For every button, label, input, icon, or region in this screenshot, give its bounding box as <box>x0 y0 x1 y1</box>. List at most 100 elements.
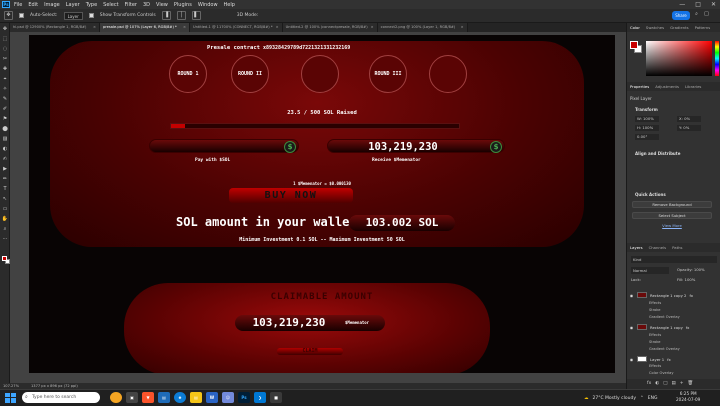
trash-icon[interactable]: 🗑 <box>688 379 694 389</box>
pay-input-pill[interactable]: $ <box>149 139 299 153</box>
discord-icon[interactable]: ☺ <box>222 392 234 403</box>
maximize-icon[interactable]: □ <box>695 1 701 8</box>
rectangle-tool-icon[interactable]: ▭ <box>1 205 9 213</box>
brave-browser-icon[interactable]: ▼ <box>142 392 154 403</box>
eye-icon[interactable]: ◉ <box>629 325 634 330</box>
menu-help[interactable]: Help <box>224 2 235 8</box>
system-clock[interactable]: 6:25 PM 2024-07-09 <box>676 391 700 403</box>
layer-row[interactable]: ◉ Rectangle 1 copy 2 fx <box>629 291 719 299</box>
tab-properties[interactable]: Properties <box>630 82 649 91</box>
weather-text[interactable]: 27°C Mostly cloudy <box>593 396 637 401</box>
keyboard-language[interactable]: ENG <box>648 396 658 401</box>
marquee-tool-icon[interactable]: ⬚ <box>1 35 9 43</box>
avatar-app-icon[interactable] <box>110 392 122 403</box>
type-tool-icon[interactable]: T <box>1 185 9 193</box>
select-subject-button[interactable]: Select Subject <box>632 212 712 219</box>
clone-stamp-tool-icon[interactable]: ✐ <box>1 105 9 113</box>
menu-image[interactable]: Image <box>44 2 60 8</box>
menu-select[interactable]: Select <box>103 2 118 8</box>
new-layer-icon[interactable]: + <box>680 379 684 389</box>
photoshop-taskbar-icon[interactable]: Ps <box>238 392 250 403</box>
layer-kind-filter[interactable]: Kind <box>631 256 717 263</box>
eye-icon[interactable]: ◉ <box>629 357 634 362</box>
close-icon[interactable]: ✕ <box>711 1 716 8</box>
canvas-area[interactable]: Presale contract x89328429789d7221321331… <box>10 32 626 383</box>
doc-tab-connect2[interactable]: connect2.png @ 100% (Layer 1, RGB/8#) × <box>377 23 468 32</box>
mask-icon[interactable]: □ <box>663 379 667 389</box>
adjustment-layer-icon[interactable]: ◐ <box>655 379 659 389</box>
transform-section-header[interactable]: Transform <box>635 107 658 112</box>
menu-3d[interactable]: 3D <box>143 2 150 8</box>
menu-type[interactable]: Type <box>86 2 97 8</box>
fill-field[interactable]: Fill: 100% <box>677 277 695 282</box>
hue-slider[interactable] <box>715 41 719 76</box>
eye-icon[interactable]: ◉ <box>629 293 634 298</box>
artwork-canvas[interactable]: Presale contract x89328429789d7221321331… <box>29 35 615 373</box>
workspace-icon[interactable]: □ <box>703 11 710 18</box>
show-transform-checkbox[interactable] <box>88 13 94 18</box>
taskbar-search-input[interactable]: Type here to search <box>22 392 100 403</box>
edge-browser-icon[interactable]: e <box>174 392 186 403</box>
hand-tool-icon[interactable]: ✋ <box>1 215 9 223</box>
zoom-tool-icon[interactable]: ⌕ <box>1 225 9 233</box>
align-right-icon[interactable]: ▌ <box>191 11 201 20</box>
align-left-icon[interactable]: ▐ <box>161 11 171 20</box>
eyedropper-tool-icon[interactable]: ⌖ <box>1 75 9 83</box>
blend-mode-dropdown[interactable]: Normal <box>631 267 669 274</box>
freeform-pen-tool-icon[interactable]: ✏ <box>1 175 9 183</box>
dodge-tool-icon[interactable]: ✍ <box>1 155 9 163</box>
tab-adjustments[interactable]: Adjustments <box>655 82 679 91</box>
brush-tool-icon[interactable]: ✎ <box>1 95 9 103</box>
vscode-icon[interactable]: ❯ <box>254 392 266 403</box>
doc-tab-untitled-1[interactable]: Untitled-1 @ 11700% (CONNECT, RGB/8#) * × <box>190 23 283 32</box>
remove-background-button[interactable]: Remove Background <box>632 201 712 208</box>
healing-tool-icon[interactable]: ✧ <box>1 85 9 93</box>
tab-gradients[interactable]: Gradients <box>670 23 689 32</box>
close-icon[interactable]: × <box>183 23 186 32</box>
menu-filter[interactable]: Filter <box>125 2 137 8</box>
task-view-icon[interactable]: ▣ <box>126 392 138 403</box>
transform-width-field[interactable]: W: 100% <box>635 116 659 122</box>
layer-row[interactable]: ◉ Rectangle 1 copy fx <box>629 323 719 331</box>
move-tool-icon[interactable]: ✥ <box>1 25 9 33</box>
menu-edit[interactable]: Edit <box>28 2 38 8</box>
tray-overflow-icon[interactable]: ⌃ <box>640 396 644 401</box>
quick-actions-header[interactable]: Quick Actions <box>635 192 666 197</box>
blur-tool-icon[interactable]: ◐ <box>1 145 9 153</box>
eraser-tool-icon[interactable]: ⬤ <box>1 125 9 133</box>
transform-y-field[interactable]: Y: 0% <box>677 125 701 131</box>
close-icon[interactable]: × <box>93 23 96 32</box>
explorer-icon[interactable]: ▤ <box>158 392 170 403</box>
gradient-tool-icon[interactable]: ▨ <box>1 135 9 143</box>
more-tools-icon[interactable]: ⋯ <box>1 235 9 243</box>
app-icon[interactable]: ■ <box>270 392 282 403</box>
fx-icon[interactable]: fx <box>647 379 651 389</box>
tab-swatches[interactable]: Swatches <box>646 23 664 32</box>
tab-patterns[interactable]: Patterns <box>695 23 711 32</box>
menu-window[interactable]: Window <box>198 2 218 8</box>
view-more-link[interactable]: View More <box>632 223 712 228</box>
windows-start-icon[interactable] <box>4 392 16 404</box>
doc-tab-presale[interactable]: presale.psd @ 107% (Layer 6, RGB/8#) * × <box>100 23 190 32</box>
auto-select-target-dropdown[interactable]: Layer <box>63 11 83 20</box>
menu-file[interactable]: File <box>14 2 22 8</box>
tab-color[interactable]: Color <box>630 23 640 32</box>
doc-tab-hi[interactable]: hi.psd @ 12900% (Rectangle 1, RGB/8#) × <box>10 23 100 32</box>
close-icon[interactable]: × <box>371 23 374 32</box>
foreground-color-swatch[interactable] <box>2 256 7 261</box>
menu-layer[interactable]: Layer <box>66 2 80 8</box>
close-icon[interactable]: × <box>461 23 464 32</box>
word-app-icon[interactable]: W <box>206 392 218 403</box>
close-icon[interactable]: × <box>276 23 279 32</box>
opacity-field[interactable]: Opacity: 100% <box>677 267 705 272</box>
crop-tool-icon[interactable]: ✂ <box>1 55 9 63</box>
minimize-icon[interactable]: — <box>679 1 685 8</box>
weather-icon[interactable]: ☁ <box>584 396 589 401</box>
color-picker-field[interactable] <box>646 41 712 76</box>
foreground-color-swatch[interactable] <box>630 41 638 49</box>
transform-height-field[interactable]: H: 100% <box>635 125 659 131</box>
layer-row[interactable]: ◉ Layer 1 fx <box>629 355 719 363</box>
buy-now-button[interactable]: BUY NOW <box>229 188 353 203</box>
transform-angle-field[interactable]: 0.00° <box>635 134 659 140</box>
tab-layers[interactable]: Layers <box>630 243 643 252</box>
